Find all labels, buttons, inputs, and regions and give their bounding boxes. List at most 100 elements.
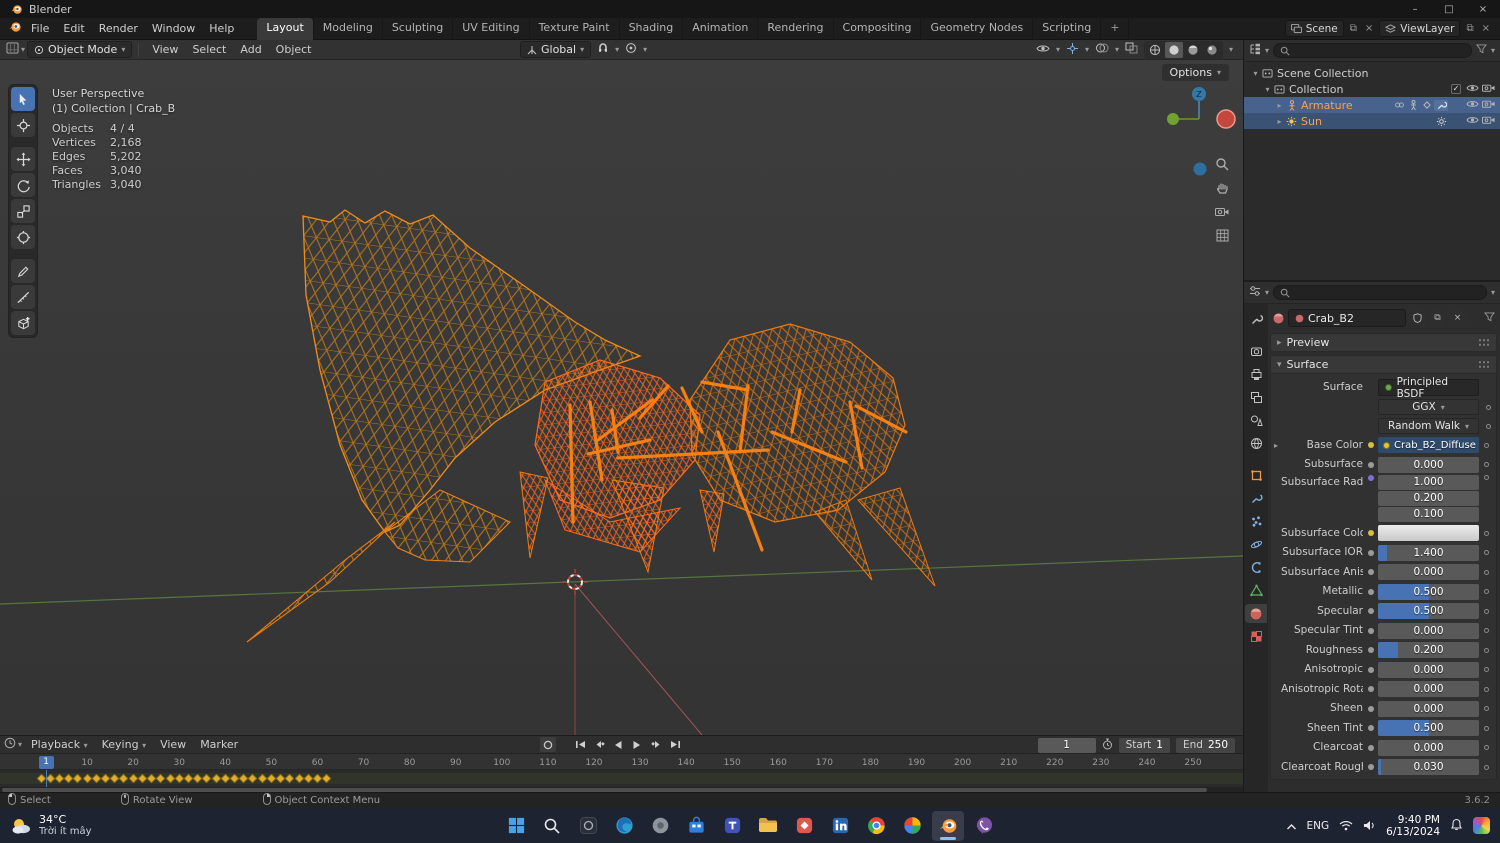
outliner-item-armature[interactable]: ▸ Armature bbox=[1244, 97, 1500, 113]
render-visibility-icon[interactable] bbox=[1481, 115, 1495, 128]
play-reverse-icon[interactable] bbox=[610, 737, 626, 752]
taskbar-app-search[interactable] bbox=[536, 811, 568, 841]
render-visibility-icon[interactable] bbox=[1481, 99, 1495, 112]
editor-type-caret-icon[interactable]: ▾ bbox=[21, 45, 25, 54]
mode-dropdown[interactable]: Object Mode ▾ bbox=[27, 41, 133, 58]
snap-caret-icon[interactable]: ▾ bbox=[615, 45, 619, 54]
properties-tab-view-layer[interactable] bbox=[1245, 388, 1267, 407]
taskbar-app-blue-tile[interactable] bbox=[824, 811, 856, 841]
selectable-checkbox[interactable]: ✓ bbox=[1451, 84, 1461, 94]
notifications-bell-icon[interactable] bbox=[1450, 816, 1463, 835]
taskbar-app-viber[interactable] bbox=[968, 811, 1000, 841]
hide-eye-icon[interactable] bbox=[1465, 99, 1479, 112]
viewport-menu-view[interactable]: View bbox=[145, 41, 185, 58]
object-visibility-icon[interactable] bbox=[1036, 43, 1050, 57]
prop-slider-metallic[interactable]: 0.500 bbox=[1378, 583, 1479, 600]
timeline-menu-marker[interactable]: Marker bbox=[193, 736, 245, 753]
tool-measure[interactable] bbox=[11, 285, 35, 309]
taskbar-weather-widget[interactable]: 34°C Trời ít mây bbox=[0, 813, 200, 838]
properties-tab-particles[interactable] bbox=[1245, 512, 1267, 531]
timeline-menu-playback[interactable]: Playback ▾ bbox=[24, 736, 95, 753]
properties-tab-object-data[interactable] bbox=[1245, 581, 1267, 600]
shading-material-icon[interactable] bbox=[1184, 42, 1202, 58]
taskbar-app-chrome[interactable] bbox=[860, 811, 892, 841]
pan-hand-icon[interactable] bbox=[1212, 178, 1232, 198]
duplicate-material-icon[interactable]: ⧉ bbox=[1429, 309, 1446, 327]
prop-color-subsurface-color[interactable] bbox=[1378, 525, 1479, 542]
scene-selector[interactable]: Scene bbox=[1284, 20, 1344, 37]
properties-filter-caret-icon[interactable]: ▾ bbox=[1491, 288, 1495, 297]
prop-slider-roughness[interactable]: 0.200 bbox=[1378, 642, 1479, 659]
menu-file[interactable]: File bbox=[24, 20, 56, 37]
properties-tab-output[interactable] bbox=[1245, 365, 1267, 384]
outliner-item-collection[interactable]: ▾ Collection ✓ bbox=[1244, 81, 1500, 97]
workspace-tab-texture-paint[interactable]: Texture Paint bbox=[530, 17, 620, 40]
key-icon[interactable] bbox=[1420, 100, 1434, 110]
viewport-menu-object[interactable]: Object bbox=[269, 41, 319, 58]
shading-caret-icon[interactable]: ▾ bbox=[1229, 45, 1233, 54]
outliner-mode-caret-icon[interactable]: ▾ bbox=[1265, 46, 1269, 55]
outliner-item-sun[interactable]: ▸ Sun bbox=[1244, 113, 1500, 129]
prop-field-subsurface-radius[interactable]: 1.000 bbox=[1378, 474, 1479, 490]
tool-transform[interactable] bbox=[11, 225, 35, 249]
taskbar-app-start[interactable] bbox=[500, 811, 532, 841]
jump-to-start-icon[interactable] bbox=[572, 737, 588, 752]
viewport-menu-add[interactable]: Add bbox=[233, 41, 268, 58]
taskbar-app-store[interactable] bbox=[680, 811, 712, 841]
outliner-filter-icon[interactable] bbox=[1476, 44, 1487, 57]
viewlayer-selector[interactable]: ViewLayer bbox=[1379, 20, 1461, 37]
scene-new-icon[interactable]: ⧉ bbox=[1348, 23, 1359, 34]
prop-slider-clearcoat-rough[interactable]: 0.030 bbox=[1378, 759, 1479, 776]
current-frame-field[interactable]: 1 bbox=[1037, 737, 1096, 753]
breadcrumb-filter-icon[interactable] bbox=[1484, 311, 1495, 325]
scene-delete-icon[interactable]: × bbox=[1363, 23, 1375, 34]
auto-keying-icon[interactable] bbox=[540, 737, 556, 752]
workspace-tab-modeling[interactable]: Modeling bbox=[314, 17, 383, 40]
hide-eye-icon[interactable] bbox=[1465, 115, 1479, 128]
properties-search-input[interactable] bbox=[1273, 285, 1487, 300]
workspace-tab-sculpting[interactable]: Sculpting bbox=[383, 17, 454, 40]
toggle-grid-icon[interactable] bbox=[1212, 225, 1232, 245]
workspace-tab-shading[interactable]: Shading bbox=[620, 17, 684, 40]
tool-move[interactable] bbox=[11, 147, 35, 171]
start-frame-field[interactable]: Start 1 bbox=[1118, 737, 1170, 753]
minimize-button[interactable]: – bbox=[1398, 0, 1432, 18]
properties-mode-caret-icon[interactable]: ▾ bbox=[1265, 288, 1269, 297]
prop-slider-anisotropic[interactable]: 0.000 bbox=[1378, 661, 1479, 678]
prop-slider-subsurface-aniso[interactable]: 0.000 bbox=[1378, 564, 1479, 581]
preview-section-header[interactable]: ▸ Preview bbox=[1270, 333, 1497, 352]
link-icon[interactable] bbox=[1392, 100, 1406, 110]
workspace-tab-layout[interactable]: Layout bbox=[257, 17, 314, 40]
add-workspace-button[interactable]: + bbox=[1101, 17, 1130, 40]
tool-tweak-select[interactable] bbox=[11, 87, 35, 111]
properties-tab-render[interactable] bbox=[1245, 342, 1267, 361]
end-frame-field[interactable]: End 250 bbox=[1175, 737, 1235, 753]
3d-viewport[interactable]: User Perspective (1) Collection | Crab_B… bbox=[0, 60, 1243, 735]
prop-texture-base-color[interactable]: Crab_B2_Diffuse bbox=[1378, 437, 1479, 454]
disclosure-triangle-icon[interactable]: ▾ bbox=[1262, 85, 1273, 94]
timeline-editor-icon[interactable] bbox=[4, 737, 16, 752]
properties-tab-constraints[interactable] bbox=[1245, 558, 1267, 577]
render-visibility-icon[interactable] bbox=[1481, 83, 1495, 96]
properties-tab-tool[interactable] bbox=[1245, 310, 1267, 329]
outliner-editor-icon[interactable] bbox=[1249, 43, 1261, 58]
language-indicator[interactable]: ENG bbox=[1307, 820, 1330, 832]
prop-slider-specular-tint[interactable]: 0.000 bbox=[1378, 622, 1479, 639]
tool-rotate[interactable] bbox=[11, 173, 35, 197]
tool-annotate[interactable] bbox=[11, 259, 35, 283]
properties-tab-object[interactable] bbox=[1245, 466, 1267, 485]
menu-edit[interactable]: Edit bbox=[56, 20, 91, 37]
proportional-caret-icon[interactable]: ▾ bbox=[643, 45, 647, 54]
taskbar-app-gray-app[interactable] bbox=[644, 811, 676, 841]
fake-user-shield-icon[interactable] bbox=[1409, 309, 1426, 327]
blender-menu-icon[interactable] bbox=[8, 20, 22, 37]
workspace-tab-animation[interactable]: Animation bbox=[683, 17, 759, 40]
outliner-filter-caret-icon[interactable]: ▾ bbox=[1491, 46, 1495, 55]
viewport-menu-select[interactable]: Select bbox=[185, 41, 233, 58]
tool-scale[interactable] bbox=[11, 199, 35, 223]
properties-tab-modifiers[interactable] bbox=[1245, 489, 1267, 508]
shading-wireframe-icon[interactable] bbox=[1146, 42, 1164, 58]
outliner-search-input[interactable] bbox=[1273, 43, 1472, 58]
prop-slider-subsurface[interactable]: 0.000 bbox=[1378, 456, 1479, 473]
crab-wireframe-model[interactable] bbox=[246, 209, 936, 643]
